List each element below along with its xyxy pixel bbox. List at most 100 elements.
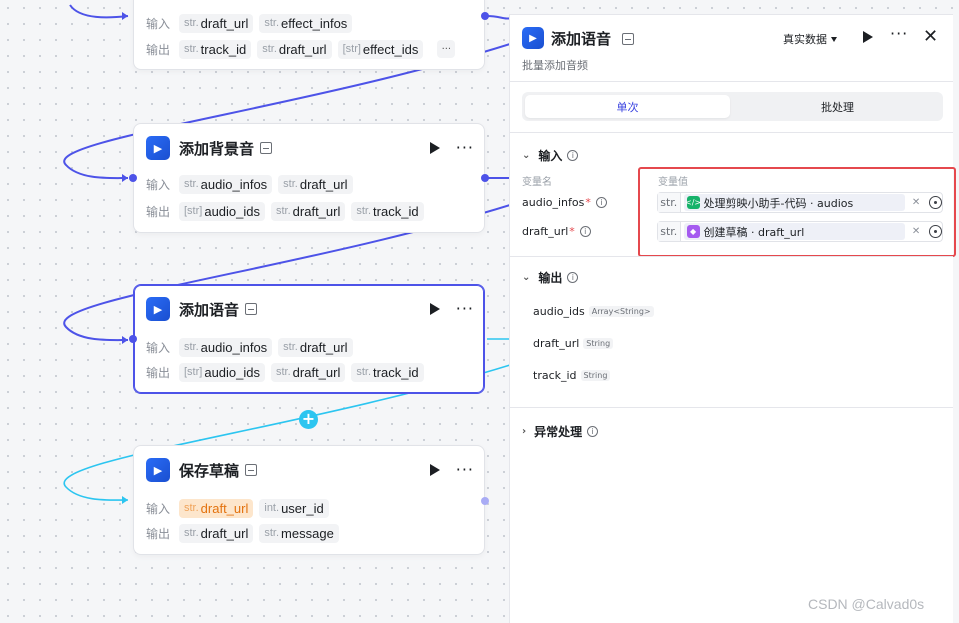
error-section-header[interactable]: › 异常处理 i (522, 423, 599, 440)
input-chip: int. user_id (259, 498, 329, 518)
input-label: 输入 (146, 177, 171, 192)
node-outputs-row: 输出 str. draft_url str. message (146, 523, 474, 543)
panel-subtitle: 批量添加音频 (522, 59, 588, 72)
output-chip: [str] audio_ids (179, 362, 265, 382)
node-inputs-row: 输入 str. audio_infos str. draft_url (146, 337, 474, 357)
node-add-background-audio[interactable]: ▶ 添加背景音 ··· 输入 str. audio_infos str. draft… (133, 123, 485, 233)
output-chip: str. draft_url (257, 39, 332, 59)
node-inputs-row: 输入 str. draft_url str. effect_infos (146, 13, 474, 33)
node-effect[interactable]: 输入 str. draft_url str. effect_infos 输出 str… (133, 0, 485, 70)
input-chip: str. effect_infos (259, 13, 353, 33)
output-chip: [str] effect_ids (337, 39, 424, 59)
node-title: 添加语音 (179, 301, 240, 319)
info-icon[interactable]: i (567, 272, 579, 283)
tab-batch[interactable]: 批处理 (735, 95, 940, 118)
more-menu-button[interactable]: ··· (890, 26, 908, 42)
plugin-icon: ▶ (146, 136, 170, 160)
more-outputs-button[interactable]: ··· (437, 40, 456, 58)
input-section-title: 输入 (538, 149, 563, 163)
node-save-draft[interactable]: ▶ 保存草稿 ··· 输入 str. draft_url int. user_id … (133, 445, 485, 555)
plugin-icon: ▶ (522, 27, 544, 49)
output-chip: str. track_id (179, 39, 252, 59)
node-inputs-row: 输入 str. audio_infos str. draft_url (146, 174, 474, 194)
plugin-icon: ▶ (146, 458, 170, 482)
output-name: track_id (533, 369, 577, 382)
input-label: 输入 (146, 501, 171, 516)
output-item: track_id String (533, 369, 611, 382)
data-source-select[interactable]: 真实数据 (783, 31, 837, 47)
tab-single[interactable]: 单次 (525, 95, 730, 118)
plugin-icon: ▶ (146, 297, 170, 321)
run-node-button[interactable] (429, 303, 440, 315)
watermark: CSDN @Calvad0s (808, 596, 925, 612)
node-inputs-row: 输入 str. draft_url int. user_id (146, 498, 474, 518)
node-outputs-row: 输出 [str] audio_ids str. draft_url str. trac… (146, 201, 474, 221)
output-chip: [str] audio_ids (179, 201, 265, 221)
more-menu-button[interactable]: ··· (456, 462, 474, 478)
add-node-button[interactable]: + (299, 410, 318, 429)
input-label: 输入 (146, 340, 171, 355)
output-item: audio_ids Array<String> (533, 305, 654, 318)
info-icon[interactable]: i (567, 150, 579, 161)
run-node-button[interactable] (429, 464, 440, 476)
save-icon (260, 142, 273, 154)
input-chip: str. audio_infos (179, 337, 273, 357)
output-label: 输出 (146, 526, 171, 541)
output-port[interactable] (481, 174, 489, 182)
save-icon (245, 464, 258, 476)
output-port[interactable] (481, 497, 489, 505)
output-label: 输出 (146, 204, 171, 219)
input-port[interactable] (129, 335, 137, 343)
output-section-header[interactable]: ⌄ 输出 i (522, 269, 579, 286)
data-source-label: 真实数据 (783, 33, 827, 46)
chevron-down-icon: ⌄ (522, 272, 531, 283)
input-chip: str. draft_url (278, 174, 353, 194)
run-node-button[interactable] (429, 142, 440, 154)
divider (510, 407, 953, 408)
input-chip: str. draft_url (278, 337, 353, 357)
input-label: 输入 (146, 16, 171, 31)
param-name: draft_url (522, 225, 569, 238)
param-audio-infos: audio_infos * i (522, 196, 607, 209)
info-icon[interactable]: i (579, 226, 591, 237)
input-port[interactable] (129, 174, 137, 182)
divider (510, 81, 953, 82)
required-mark: * (585, 196, 591, 209)
output-section-title: 输出 (538, 271, 563, 285)
info-icon[interactable]: i (595, 197, 607, 208)
panel-title: 添加语音 (551, 31, 612, 48)
run-button[interactable] (863, 31, 873, 43)
info-icon[interactable]: i (587, 426, 599, 437)
node-add-voice[interactable]: ▶ 添加语音 ··· 输入 str. audio_infos str. draft_… (133, 284, 485, 394)
save-icon (622, 33, 634, 45)
output-name: audio_ids (533, 305, 585, 318)
output-name: draft_url (533, 337, 580, 350)
divider (510, 132, 953, 133)
input-chip: str. audio_infos (179, 174, 273, 194)
error-section-title: 异常处理 (534, 425, 583, 439)
save-icon (245, 303, 258, 315)
node-header: ▶ 保存草稿 ··· (146, 457, 474, 483)
node-config-panel: ▶ 添加语音 批量添加音频 真实数据 ··· ✕ 单次 批处理 ⌄ 输入 i 变… (509, 14, 956, 623)
output-item: draft_url String (533, 337, 614, 350)
param-draft-url: draft_url * i (522, 225, 591, 238)
input-chip: str. draft_url (179, 13, 254, 33)
node-title: 保存草稿 (179, 462, 240, 480)
more-menu-button[interactable]: ··· (456, 301, 474, 317)
chevron-right-icon: › (522, 426, 527, 437)
input-chip-highlighted: str. draft_url (179, 498, 254, 518)
more-menu-button[interactable]: ··· (456, 140, 474, 156)
caret-down-icon (831, 36, 837, 42)
output-chip: str. draft_url (271, 362, 346, 382)
output-port[interactable] (481, 12, 489, 20)
column-header-name: 变量名 (522, 177, 552, 188)
output-chip: str. draft_url (271, 201, 346, 221)
close-icon[interactable]: ✕ (923, 26, 938, 47)
run-mode-tabs: 单次 批处理 (522, 92, 943, 121)
input-section-header[interactable]: ⌄ 输入 i (522, 147, 579, 164)
output-label: 输出 (146, 365, 171, 380)
node-header: ▶ 添加背景音 ··· (146, 135, 474, 161)
output-chip: str. track_id (351, 362, 424, 382)
node-outputs-row: 输出 [str] audio_ids str. draft_url str. trac… (146, 362, 474, 382)
output-chip: str. track_id (351, 201, 424, 221)
